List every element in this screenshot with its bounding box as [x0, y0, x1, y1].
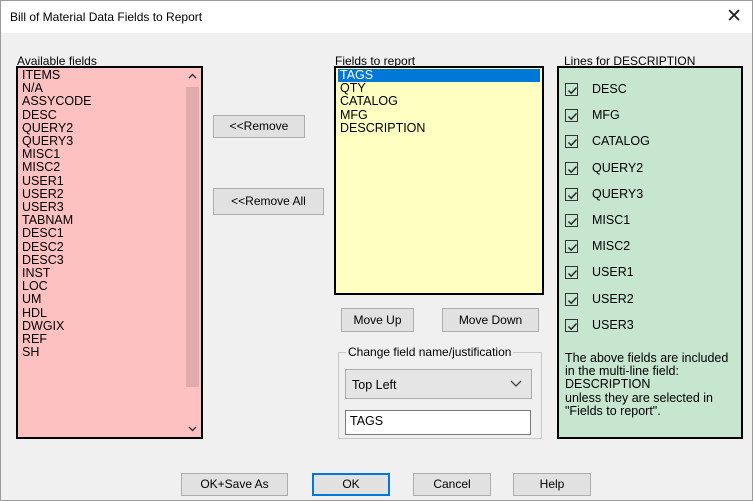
available-field-item[interactable]: SH: [20, 346, 184, 359]
available-field-item[interactable]: DESC: [20, 108, 184, 122]
checkbox-label: CATALOG: [592, 134, 650, 149]
available-field-item[interactable]: USER1: [20, 174, 184, 188]
available-field-item[interactable]: REF: [20, 332, 184, 346]
report-field-item[interactable]: CATALOG: [338, 95, 540, 108]
check-icon: [568, 270, 578, 278]
scrollbar-thumb[interactable]: [186, 87, 199, 387]
available-field-item[interactable]: ITEMS: [20, 68, 184, 82]
checkbox-box[interactable]: [565, 318, 578, 332]
ok-button[interactable]: OK: [312, 473, 390, 496]
check-icon: [568, 218, 578, 226]
available-field-item[interactable]: DESC1: [20, 227, 184, 240]
chevron-up-icon[interactable]: [184, 68, 201, 85]
change-field-label: Change field name/justification: [346, 345, 514, 359]
lines-note: The above fields are included in the mult…: [565, 351, 741, 418]
close-icon[interactable]: ✕: [726, 5, 742, 27]
help-button[interactable]: Help: [513, 473, 591, 496]
checkbox-box[interactable]: [565, 135, 578, 149]
justification-value: Top Left: [352, 378, 397, 392]
checkbox-box[interactable]: [565, 292, 578, 306]
checkbox-box[interactable]: [565, 214, 578, 227]
check-icon: [568, 139, 578, 147]
lines-for-description-list[interactable]: DESC MFG CATALOG QUERY2 QUERY3 MISC1 MISC2 USER…: [557, 66, 743, 439]
checkbox-label: MISC2: [592, 239, 631, 254]
available-field-item[interactable]: ASSYCODE: [20, 95, 184, 108]
remove-button[interactable]: <<Remove: [213, 115, 305, 138]
bom-fields-dialog: Bill of Material Data Fields to Report ✕…: [0, 0, 753, 501]
checkbox-box[interactable]: [565, 83, 578, 96]
chevron-down-icon[interactable]: [184, 420, 201, 437]
check-icon: [568, 322, 578, 331]
move-down-button[interactable]: Move Down: [442, 308, 539, 332]
checkbox-box[interactable]: [565, 109, 578, 123]
available-fields-list[interactable]: ITEMS N/A ASSYCODE DESC QUERY2 QUERY3 MISC1 MIS…: [16, 66, 203, 439]
checkbox-box[interactable]: [565, 240, 578, 254]
report-field-item[interactable]: MFG: [338, 108, 540, 122]
note-line: "Fields to report".: [565, 403, 661, 418]
checkbox-label: USER1: [592, 265, 634, 280]
report-field-item[interactable]: TAGS: [338, 68, 540, 83]
field-name-text[interactable]: [350, 414, 520, 428]
checkbox-box[interactable]: [565, 161, 578, 175]
check-icon: [568, 113, 578, 121]
available-field-item[interactable]: LOC: [20, 280, 184, 293]
title-bar: Bill of Material Data Fields to Report ✕: [1, 1, 752, 33]
field-name-input[interactable]: [345, 410, 531, 435]
available-field-item[interactable]: MISC2: [20, 161, 184, 174]
fields-to-report-list[interactable]: TAGS QTY CATALOG MFG DESCRIPTION: [334, 66, 544, 295]
check-icon: [568, 296, 578, 304]
available-fields-scrollbar[interactable]: [184, 68, 201, 437]
checkbox-label: QUERY2: [592, 160, 644, 175]
available-field-item[interactable]: UM: [20, 293, 184, 306]
report-field-item[interactable]: DESCRIPTION: [338, 121, 540, 135]
cancel-button[interactable]: Cancel: [413, 473, 491, 496]
ok-save-as-button[interactable]: OK+Save As: [181, 473, 288, 496]
check-icon: [568, 87, 578, 95]
checkbox-label: DESC: [592, 82, 627, 96]
available-field-item[interactable]: HDL: [20, 306, 184, 320]
check-icon: [568, 244, 578, 252]
available-field-item[interactable]: DESC2: [20, 240, 184, 254]
checkbox-box[interactable]: [565, 187, 578, 201]
checkbox-label: MFG: [592, 108, 620, 123]
chevron-down-icon: [509, 376, 523, 393]
move-up-button[interactable]: Move Up: [341, 308, 414, 332]
note-line: unless they are selected in: [565, 390, 714, 405]
checkbox-label: USER2: [592, 291, 634, 306]
check-icon: [568, 191, 578, 200]
remove-all-button[interactable]: <<Remove All: [213, 188, 324, 215]
justification-select[interactable]: Top Left: [345, 369, 532, 399]
window-title: Bill of Material Data Fields to Report: [10, 10, 203, 24]
check-icon: [568, 165, 578, 173]
note-line: DESCRIPTION: [565, 377, 651, 392]
checkbox-label: QUERY3: [592, 186, 644, 201]
checkbox-box[interactable]: [565, 266, 578, 280]
checkbox-label: MISC1: [592, 213, 631, 227]
checkbox-label: USER3: [592, 317, 634, 332]
